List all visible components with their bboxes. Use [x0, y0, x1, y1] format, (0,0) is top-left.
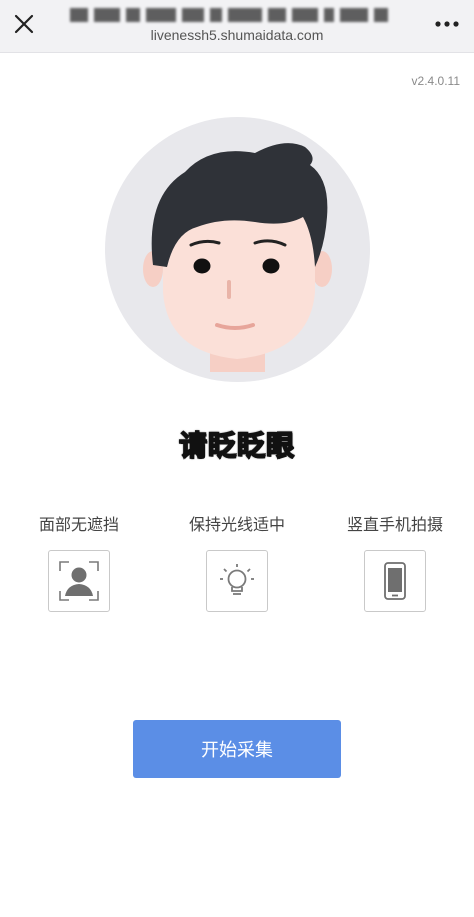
version-label: v2.4.0.11 [411, 74, 460, 88]
face-avatar-illustration [105, 117, 370, 382]
phone-icon [384, 562, 406, 600]
page: livenessh5.shumaidata.com v2.4.0.11 请眨眨眼… [0, 0, 474, 917]
portrait-frame-icon [59, 561, 99, 601]
tip-lighting: 保持光线适中 [158, 512, 316, 612]
tip-label: 保持光线适中 [188, 515, 285, 534]
capture-tips: 面部无遮挡 保持光线适中 竖直手机拍摄 [0, 512, 474, 612]
tip-icon-box [48, 550, 110, 612]
action-prompt: 请眨眨眼 [178, 428, 295, 463]
lightbulb-icon [220, 564, 254, 595]
page-url: livenessh5.shumaidata.com [150, 27, 324, 43]
tip-label: 面部无遮挡 [38, 515, 119, 534]
more-menu-button[interactable] [432, 10, 462, 38]
page-title-obscured [70, 6, 390, 24]
tip-hold-vertical: 竖直手机拍摄 [316, 512, 474, 612]
tip-icon-box [364, 550, 426, 612]
start-capture-button[interactable]: 开始采集 [133, 720, 341, 778]
tip-face-unobstructed: 面部无遮挡 [0, 512, 158, 612]
browser-top-bar: livenessh5.shumaidata.com [0, 0, 474, 53]
tip-label: 竖直手机拍摄 [346, 515, 443, 534]
tip-icon-box [206, 550, 268, 612]
more-icon [435, 21, 459, 27]
